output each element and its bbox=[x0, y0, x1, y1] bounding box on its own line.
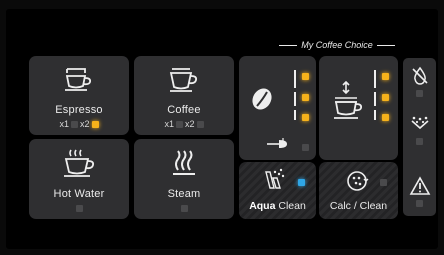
steam-led bbox=[181, 205, 188, 212]
volume-level-2-led bbox=[382, 94, 389, 101]
aqua-clean-button[interactable]: Aqua Clean bbox=[239, 162, 316, 219]
coffee-strength: x1 x2 bbox=[134, 119, 234, 129]
volume-level-3-led bbox=[382, 114, 389, 121]
espresso-strength: x1 x2 bbox=[29, 119, 129, 129]
espresso-x2-led bbox=[91, 120, 99, 128]
aroma-strength-button[interactable] bbox=[239, 56, 316, 160]
coffee-cup-icon bbox=[134, 67, 234, 93]
my-coffee-choice-title: My Coffee Choice bbox=[301, 40, 373, 50]
coffee-label: Coffee bbox=[167, 104, 201, 116]
control-panel: Espresso x1 x2 Coffee x1 x2 Hot Water St… bbox=[6, 9, 438, 249]
calc-clean-button[interactable]: Calc / Clean bbox=[319, 162, 398, 219]
coffee-x1-label: x1 bbox=[164, 119, 174, 129]
volume-level-1-led bbox=[382, 73, 389, 80]
aqua-clean-led bbox=[298, 179, 305, 186]
no-water-led bbox=[416, 90, 423, 97]
pre-ground-icon bbox=[265, 136, 295, 155]
espresso-button[interactable]: Espresso x1 x2 bbox=[29, 56, 129, 135]
steam-icon bbox=[134, 148, 234, 178]
steam-button[interactable]: Steam bbox=[134, 139, 234, 219]
no-water-icon bbox=[410, 66, 430, 91]
aroma-level-2-led bbox=[302, 94, 309, 101]
espresso-cup-icon bbox=[29, 67, 129, 93]
hot-water-icon bbox=[29, 148, 129, 178]
espresso-x1-label: x1 bbox=[59, 119, 69, 129]
calc-clean-led bbox=[380, 179, 387, 186]
coffee-button[interactable]: Coffee x1 x2 bbox=[134, 56, 234, 135]
cup-volume-icon bbox=[331, 80, 365, 125]
steam-label: Steam bbox=[167, 188, 201, 200]
coffee-x1-led bbox=[176, 120, 183, 128]
coffee-bean-icon bbox=[249, 86, 275, 117]
aroma-level-1-led bbox=[302, 73, 309, 80]
aroma-level-3-led bbox=[302, 114, 309, 121]
coffee-x2-led bbox=[196, 120, 204, 128]
aqua-clean-label: Aqua Clean bbox=[249, 200, 306, 212]
descale-icon bbox=[345, 169, 369, 198]
grounds-container-icon bbox=[409, 116, 431, 139]
hot-water-label: Hot Water bbox=[53, 188, 105, 200]
water-filter-icon bbox=[261, 168, 287, 197]
espresso-x1-led bbox=[71, 120, 78, 128]
coffee-x2-label: x2 bbox=[185, 119, 195, 129]
hot-water-button[interactable]: Hot Water bbox=[29, 139, 129, 219]
espresso-x2-label: x2 bbox=[80, 119, 90, 129]
warning-icon bbox=[409, 176, 431, 201]
status-column bbox=[403, 58, 436, 216]
pre-ground-led bbox=[302, 144, 309, 151]
hot-water-led bbox=[76, 205, 83, 212]
espresso-label: Espresso bbox=[55, 104, 103, 116]
grounds-led bbox=[416, 138, 423, 145]
cup-volume-button[interactable] bbox=[319, 56, 398, 160]
calc-clean-label: Calc / Clean bbox=[329, 200, 388, 212]
my-coffee-choice-header: My Coffee Choice bbox=[237, 40, 437, 50]
warning-led bbox=[416, 200, 423, 207]
